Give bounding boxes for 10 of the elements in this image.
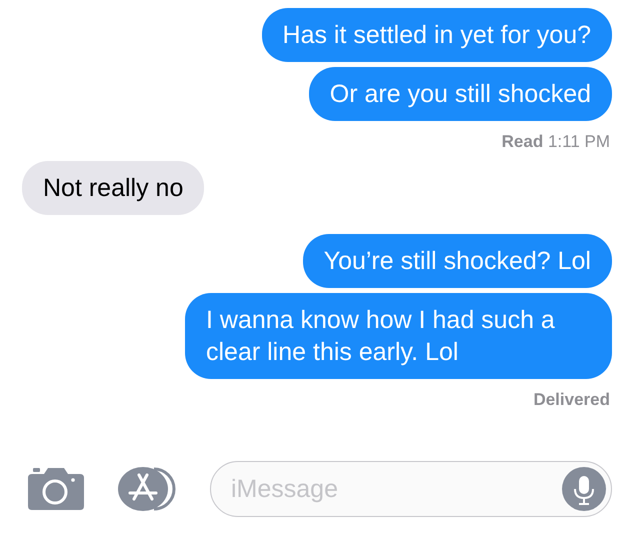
received-message-bubble: Not really no <box>22 161 204 215</box>
read-receipt: Delivered <box>533 390 610 410</box>
app-store-icon[interactable] <box>118 466 176 512</box>
microphone-icon[interactable] <box>562 467 606 511</box>
sent-message-bubble: I wanna know how I had such a clear line this early. Lol <box>185 293 612 379</box>
sent-message-bubble: Or are you still shocked <box>308 67 612 121</box>
sent-message-bubble: Has it settled in yet for you? <box>262 8 612 62</box>
camera-icon[interactable] <box>28 468 84 510</box>
sent-message-bubble: You’re still shocked? Lol <box>302 234 612 288</box>
read-receipt: Read 1:11 PM <box>502 132 610 152</box>
